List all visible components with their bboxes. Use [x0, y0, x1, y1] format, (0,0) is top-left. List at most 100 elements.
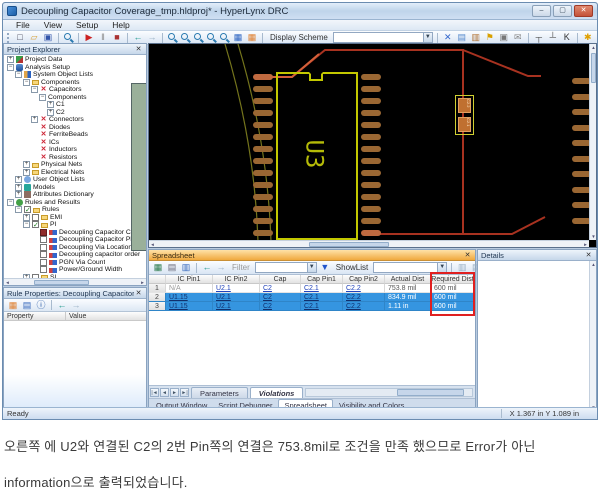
cell-actual_dist[interactable]: 834.9 mil	[385, 293, 431, 302]
ss-export-icon[interactable]: ▦	[152, 262, 164, 274]
grid-red-icon[interactable]: ▦	[596, 32, 597, 44]
zoom-fit-icon[interactable]	[207, 33, 214, 40]
minimize-button[interactable]: –	[532, 5, 551, 17]
step-icon[interactable]: ‖	[97, 32, 109, 44]
column-header-cap-pin1[interactable]: Cap Pin1	[301, 275, 343, 284]
filter-combobox[interactable]: ▼	[254, 262, 317, 273]
tree-item-diodes[interactable]: ✕ Diodes	[4, 124, 146, 132]
column-header-required-dist[interactable]: Required Dist	[431, 275, 475, 284]
ss-print-icon[interactable]: ▤	[166, 262, 178, 274]
cell-link-cap_pin2[interactable]: C2.2	[346, 303, 361, 310]
zoom-in-icon[interactable]	[168, 33, 175, 40]
cell-link-ic_pin2[interactable]: U2.1	[216, 294, 231, 301]
display-scheme-combobox[interactable]: ▼	[332, 32, 433, 43]
tree-item-c2[interactable]: + C2	[4, 83, 146, 251]
tree-item-attributes-dictionary[interactable]: + Attributes Dictionary	[4, 191, 146, 199]
cell-actual_dist[interactable]: 753.8 mil	[385, 284, 431, 293]
rule-properties-close-icon[interactable]: ✕	[134, 289, 143, 298]
tree-item-components[interactable]: − Components	[4, 83, 146, 251]
rule-checkbox[interactable]	[32, 213, 39, 221]
pcb-vscrollbar[interactable]: ▲ ▼	[589, 44, 596, 240]
expand-icon[interactable]: +	[15, 191, 22, 199]
menu-help[interactable]: Help	[105, 20, 136, 30]
tree-item-pi[interactable]: − PI	[4, 221, 146, 229]
rule-checkbox[interactable]	[40, 228, 47, 236]
collapse-icon[interactable]: −	[31, 86, 38, 94]
tree-item-decoupling-capacitor-placem[interactable]: Decoupling Capacitor Placem	[4, 236, 146, 244]
rule-checkbox[interactable]	[24, 206, 31, 214]
cell-cap_pin1[interactable]: C2.1	[301, 302, 343, 311]
violation-row-2[interactable]: 2 U1.15 U2.1 C2 C2.1 C2.2 834.9 mil 600 mil	[149, 293, 475, 302]
tree-item-electrical-nets[interactable]: + Electrical Nets	[4, 168, 146, 177]
tree-item-pgn-via-count[interactable]: PGN Via Count	[4, 258, 146, 267]
rp-grid-icon[interactable]: ▦	[7, 299, 19, 311]
run-icon[interactable]: ▶	[83, 32, 95, 44]
tree-item-capacitors[interactable]: − ✕ Capacitors	[4, 86, 146, 94]
row-header-corner[interactable]	[149, 275, 166, 284]
collapse-icon[interactable]: −	[7, 198, 14, 206]
column-header-cap-pin2[interactable]: Cap Pin2	[343, 275, 385, 284]
cell-link-cap[interactable]: C2	[263, 303, 272, 310]
tab-violations[interactable]: Violations	[249, 387, 304, 398]
collapse-icon[interactable]: −	[23, 221, 30, 229]
spreadsheet-close-icon[interactable]: ✕	[463, 251, 472, 260]
cell-ic_pin2[interactable]: U2.1	[213, 293, 260, 302]
menu-view[interactable]: View	[37, 20, 69, 30]
tree-item-emi[interactable]: + EMI	[4, 213, 146, 222]
flag-icon[interactable]: ⚑	[484, 32, 496, 44]
expand-icon[interactable]: +	[47, 101, 54, 109]
probe-up-icon[interactable]: ┬	[533, 32, 545, 44]
expand-icon[interactable]: +	[47, 108, 54, 116]
copy-icon[interactable]: ▤	[456, 32, 468, 44]
cell-cap[interactable]: C2	[260, 293, 301, 302]
rule-checkbox[interactable]	[40, 251, 47, 259]
tree-item-user-object-lists[interactable]: + User Object Lists	[4, 176, 146, 184]
collapse-icon[interactable]: −	[15, 71, 22, 79]
forward-icon[interactable]: →	[146, 32, 158, 44]
tree-item-c1[interactable]: + C1	[4, 83, 146, 251]
collapse-icon[interactable]: −	[23, 78, 30, 86]
violation-row-1[interactable]: 1 N/A U2.1 C2 C2.1 C2.2 753.8 mil 600 mil	[149, 284, 475, 293]
snapshot-icon[interactable]: ▣	[498, 32, 510, 44]
rule-checkbox[interactable]	[40, 258, 47, 266]
cell-actual_dist[interactable]: 1.11 in	[385, 302, 431, 311]
cell-link-ic_pin2[interactable]: U2.1	[216, 303, 231, 310]
stop-icon[interactable]: ■	[111, 32, 123, 44]
tree-item-connectors[interactable]: + ✕ Connectors	[4, 116, 146, 124]
column-header-cap[interactable]: Cap	[260, 275, 301, 284]
ss-forward-icon[interactable]: →	[215, 262, 227, 274]
back-icon[interactable]: ←	[132, 32, 144, 44]
cell-required_dist[interactable]: 600 mil	[431, 302, 475, 311]
tab-prev-icon[interactable]: ◄	[160, 388, 169, 397]
tab-parameters[interactable]: Parameters	[191, 387, 248, 398]
tree-item-physical-nets[interactable]: + Physical Nets	[4, 161, 146, 169]
cell-link-cap[interactable]: C2	[263, 294, 272, 301]
maximize-button[interactable]: ▢	[553, 5, 572, 17]
collapse-icon[interactable]: −	[39, 93, 46, 101]
cell-required_dist[interactable]: 600 mil	[431, 284, 475, 293]
cell-link-ic_pin2[interactable]: U2.1	[216, 285, 231, 292]
rp-sort-icon[interactable]: ▤	[21, 299, 33, 311]
menu-setup[interactable]: Setup	[69, 20, 105, 30]
tree-item-ferritebeads[interactable]: ✕ FerriteBeads	[4, 131, 146, 139]
mail-icon[interactable]: ✉	[512, 32, 524, 44]
expand-icon[interactable]: +	[31, 116, 38, 124]
ss-columns-icon[interactable]: ▥	[456, 262, 468, 274]
pad-display-icon[interactable]: ▦	[246, 32, 258, 44]
grid-hscrollbar[interactable]	[305, 388, 473, 397]
tab-next-icon[interactable]: ►	[170, 388, 179, 397]
expand-icon[interactable]: +	[23, 168, 30, 176]
column-header-ic-pin1[interactable]: IC Pin1	[166, 275, 213, 284]
tree-item-project-data[interactable]: + Project Data	[4, 56, 146, 64]
new-file-icon[interactable]: □	[14, 32, 26, 44]
find-icon[interactable]	[64, 33, 71, 40]
cell-cap_pin2[interactable]: C2.2	[343, 293, 385, 302]
ss-copy-icon[interactable]: ▥	[180, 262, 192, 274]
cell-cap[interactable]: C2	[260, 302, 301, 311]
cell-link-ic_pin1[interactable]: U1.15	[169, 294, 188, 301]
cell-ic_pin1[interactable]: N/A	[166, 284, 213, 293]
tree-item-resistors[interactable]: ✕ Resistors	[4, 154, 146, 162]
expand-icon[interactable]: +	[23, 213, 30, 221]
expand-icon[interactable]: +	[15, 176, 22, 184]
zoom-out-icon[interactable]	[181, 33, 188, 40]
